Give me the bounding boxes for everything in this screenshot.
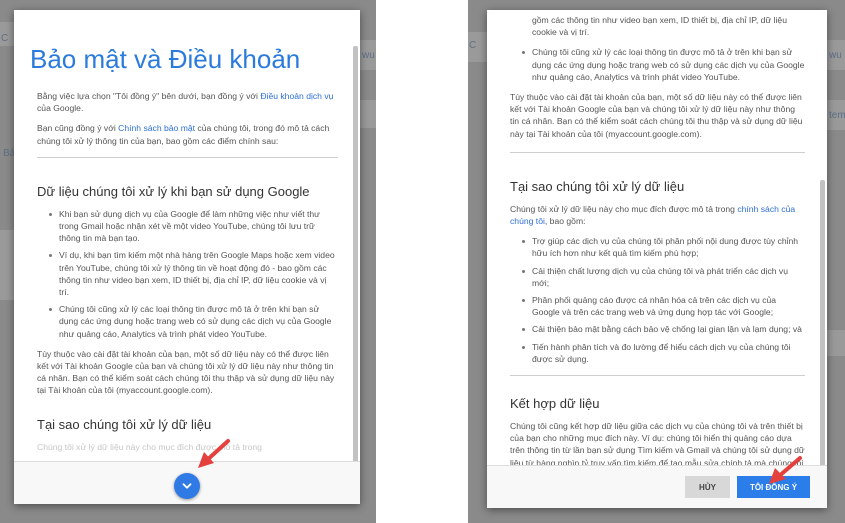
data-processed-list: Chúng tôi cũng xử lý các loại thông tin … [510,46,805,83]
why-text: , bao gồm: [544,216,586,227]
privacy-terms-dialog-initial: Bảo mật và Điều khoản Bằng việc lựa chọn… [14,10,360,504]
bg-fragment: wu [829,50,842,61]
why-text: Chúng tôi xử lý dữ liệu này cho mục đích… [510,203,738,214]
why-list: Trợ giúp các dịch vụ của chúng tôi phân … [510,235,805,365]
why-paragraph: Chúng tôi xử lý dữ liệu này cho mục đích… [510,203,805,227]
divider [510,151,805,153]
list-item: Cải thiện bảo mật bằng cách bảo vệ chống… [522,323,805,335]
list-item: Khi bạn sử dụng dịch vụ của Google để là… [49,208,338,245]
cancel-button[interactable]: HỦY [685,476,730,498]
data-processed-list: Khi bạn sử dụng dịch vụ của Google để là… [37,208,338,340]
dialog-scroll-area[interactable]: Bảo mật và Điều khoản Bằng việc lựa chọn… [14,10,360,462]
privacy-terms-dialog-scrolled: gồm các thông tin như video bạn xem, ID … [487,10,827,508]
list-item: Ví dụ, khi bạn tìm kiếm một nhà hàng trê… [49,249,338,298]
section-heading-why-process: Tại sao chúng tôi xử lý dữ liệu [510,178,685,194]
intro-text: Bạn cũng đồng ý với [37,123,119,134]
combine-paragraph: Chúng tôi cũng kết hợp dữ liệu giữa các … [510,421,805,466]
account-settings-paragraph: Tùy thuộc vào cài đặt tài khoản của bạn,… [510,92,803,139]
intro-text: của Google. [37,103,84,114]
list-item: Cải thiện chất lượng dịch vụ của chúng t… [522,265,805,289]
intro-paragraph-terms: Bằng việc lựa chọn "Tôi đồng ý" bên dưới… [37,90,338,114]
divider [510,375,805,377]
dialog-scroll-area[interactable]: gồm các thông tin như video bạn xem, ID … [487,10,827,466]
bg-fragment: C [1,33,9,44]
section-heading-why-process: Tại sao chúng tôi xử lý dữ liệu [37,416,212,432]
privacy-policy-link[interactable]: Chính sách bảo mật [118,123,195,133]
red-arrow-icon [198,439,230,468]
account-settings-paragraph: Tùy thuộc vào cài đặt tài khoản của bạn,… [37,348,335,396]
dialog-footer [14,461,360,504]
section-heading-combine-data: Kết hợp dữ liệu [510,396,600,412]
scrollbar[interactable] [820,180,825,470]
list-item: Trợ giúp các dịch vụ của chúng tôi phân … [522,235,805,259]
list-item: Chúng tôi cũng xử lý các loại thông tin … [522,47,805,82]
dialog-title: Bảo mật và Điều khoản [30,44,301,74]
chevron-down-icon [182,483,192,489]
cut-off-text: gồm các thông tin như video bạn xem, ID … [532,15,787,38]
section-heading-data-processed: Dữ liệu chúng tôi xử lý khi bạn sử dụng … [37,183,310,199]
intro-paragraph-privacy: Bạn cũng đồng ý với Chính sách bảo mật c… [37,122,338,146]
list-item: Phân phối quảng cáo được cá nhân hóa cả … [522,294,805,318]
red-arrow-icon [769,456,802,484]
terms-of-service-link[interactable]: Điều khoản dịch vụ [260,91,333,101]
list-item: Tiến hành phân tích và đo lường để hiểu … [522,341,805,365]
bg-fragment: wu [362,50,375,61]
list-item: Chúng tôi cũng xử lý các loại thông tin … [49,303,338,340]
divider [37,156,338,158]
bg-fragment: tema [829,110,845,121]
intro-text: Bằng việc lựa chọn "Tôi đồng ý" bên dưới… [37,91,261,101]
scrollbar[interactable] [353,46,358,476]
faded-paragraph: Chúng tôi xử lý dữ liệu này cho mục đích… [37,441,262,452]
scroll-down-button[interactable] [174,473,200,499]
bg-fragment: C [469,40,477,51]
